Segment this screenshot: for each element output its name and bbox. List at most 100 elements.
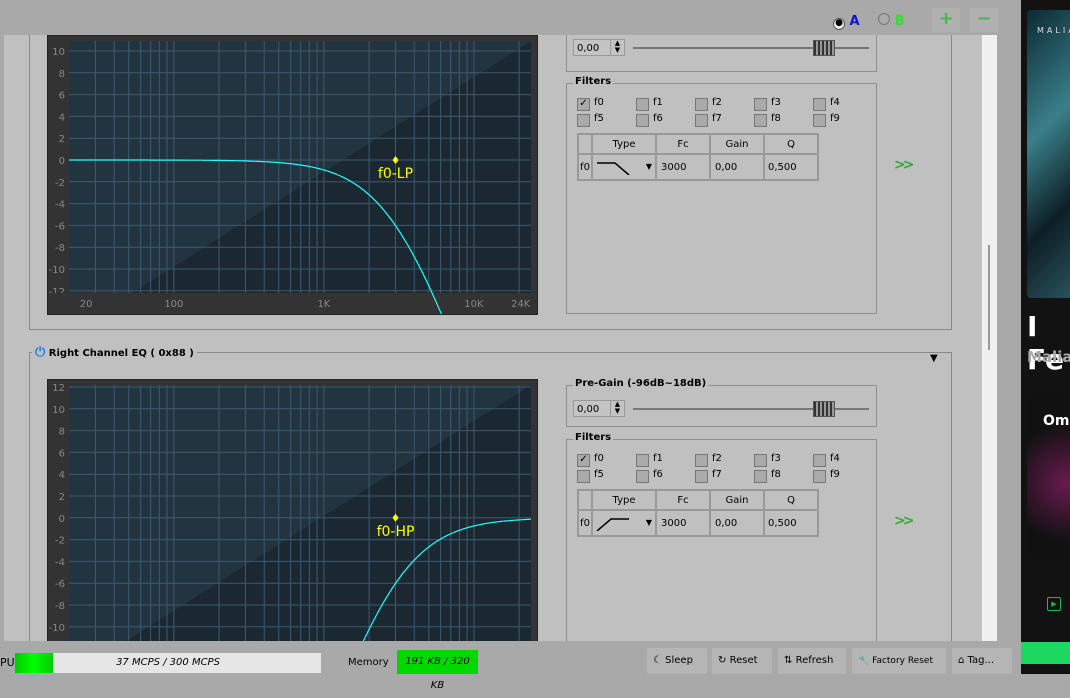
- y-tick-label: 0: [59, 156, 65, 167]
- memory-label: Memory: [348, 657, 389, 668]
- table-row: f0 ▼ 3000 0,00 0,500: [577, 153, 819, 181]
- remove-button[interactable]: −: [970, 8, 998, 32]
- filter-checkbox-label: f5: [594, 469, 604, 480]
- eq-panel: 10 8 6 4 2 0 -2 -4 -6 -8 -10 -12 20 100 1K 10K 24K f0-LP …: [4, 35, 997, 641]
- filter-checkbox-f5[interactable]: [577, 114, 590, 127]
- slider-thumb[interactable]: [813, 401, 835, 417]
- filter-checkbox-f0[interactable]: ✓: [577, 98, 590, 111]
- filter-checkbox-f9[interactable]: [813, 470, 826, 483]
- filter-checkbox-f0[interactable]: ✓: [577, 454, 590, 467]
- pregain-value: 0,00: [577, 404, 600, 415]
- track-artist[interactable]: Malia,: [1027, 348, 1070, 366]
- fc-field[interactable]: 3000: [655, 509, 711, 537]
- y-tick-label: 0: [59, 514, 65, 525]
- cpu-label: PU: [0, 656, 15, 669]
- play-icon[interactable]: ▶: [1047, 597, 1061, 611]
- filter-checkbox-f4[interactable]: [813, 98, 826, 111]
- left-pregain-box: 0,00 ▲ ▼: [566, 35, 877, 72]
- filter-checkbox-f2[interactable]: [695, 454, 708, 467]
- btn-label: Factory Reset: [872, 656, 933, 666]
- scrollbar-thumb[interactable]: [988, 245, 990, 350]
- filters-label: Filters: [573, 76, 614, 87]
- filter-checkbox-f8[interactable]: [754, 470, 767, 483]
- filter-checkbox-f3[interactable]: [754, 454, 767, 467]
- filter-checkbox-f3[interactable]: [754, 98, 767, 111]
- right-eq-title: Right Channel EQ ( 0x88 ): [48, 348, 194, 359]
- y-tick-label: 12: [52, 383, 65, 394]
- filter-checkbox-label: f2: [712, 453, 722, 464]
- filter-checkbox-f1[interactable]: [636, 98, 649, 111]
- filter-checkbox-f4[interactable]: [813, 454, 826, 467]
- y-tick-label: -10: [49, 265, 65, 276]
- type-select[interactable]: ▼: [591, 509, 657, 537]
- filter-table: Type Fc Gain Q f0 ▼ 3000 0,00 0,500: [577, 133, 819, 181]
- scrollbar[interactable]: [982, 35, 997, 641]
- memory-meter: 191 KB / 320 KB: [397, 650, 478, 691]
- col-header: Q: [763, 133, 819, 155]
- pregain-label: Pre-Gain (-96dB~18dB): [573, 378, 709, 389]
- radio-a[interactable]: ●: [833, 18, 845, 30]
- progress-bar[interactable]: [1021, 642, 1070, 664]
- right-pregain-slider[interactable]: [633, 401, 869, 417]
- filter-checkbox-f1[interactable]: [636, 454, 649, 467]
- expand-chevron-icon[interactable]: >>: [894, 513, 915, 529]
- add-button[interactable]: +: [932, 8, 960, 32]
- filter-checkbox-label: f9: [830, 469, 840, 480]
- filter-name: f0: [577, 509, 593, 537]
- q-field[interactable]: 0,500: [763, 153, 819, 181]
- y-tick-label: 2: [59, 134, 65, 145]
- reset-button[interactable]: ↻ Reset: [712, 648, 772, 674]
- power-icon[interactable]: ⏻: [35, 345, 45, 360]
- filter-checkbox-label: f2: [712, 97, 722, 108]
- expand-chevron-icon[interactable]: >>: [894, 157, 915, 173]
- filter-checkbox-f9[interactable]: [813, 114, 826, 127]
- type-select[interactable]: ▼: [591, 153, 657, 181]
- left-pregain-slider[interactable]: [633, 40, 869, 56]
- filter-checkbox-f2[interactable]: [695, 98, 708, 111]
- filter-table: Type Fc Gain Q f0 ▼ 3000 0,00 0,500: [577, 489, 819, 537]
- col-header: Fc: [655, 133, 711, 155]
- col-header: Type: [591, 133, 657, 155]
- pregain-value: 0,00: [577, 43, 600, 54]
- reset-icon: ↻: [718, 655, 727, 666]
- col-header: Fc: [655, 489, 711, 511]
- radio-a-label: A: [849, 14, 860, 29]
- radio-b[interactable]: [878, 13, 891, 25]
- track-title[interactable]: I Fe: [1027, 310, 1070, 376]
- filter-checkbox-f8[interactable]: [754, 114, 767, 127]
- right-filters-box: Filters ✓ f0 f1 f2 f3 f4 f5 f6 f7 f8 f9 Type Fc Gain Q …: [566, 432, 877, 641]
- collapse-arrow-icon[interactable]: ▼: [930, 353, 938, 364]
- gain-field[interactable]: 0,00: [709, 509, 765, 537]
- refresh-button[interactable]: ⇅ Refresh: [778, 648, 846, 674]
- right-eq-plot: 12 10 8 6 4 2 0 -2 -4 -6 -8 -10 f0-HP: [47, 379, 538, 641]
- moon-icon: ☾: [653, 655, 662, 666]
- right-pregain-input[interactable]: 0,00 ▲ ▼: [573, 400, 625, 417]
- slider-thumb[interactable]: [813, 40, 835, 56]
- table-header-row: Type Fc Gain Q: [577, 489, 819, 511]
- filter-checkbox-f7[interactable]: [695, 470, 708, 483]
- dropdown-arrow-icon: ▼: [645, 161, 652, 171]
- q-field[interactable]: 0,500: [763, 509, 819, 537]
- album-art[interactable]: [1027, 10, 1070, 298]
- filter-checkbox-f6[interactable]: [636, 114, 649, 127]
- y-tick-label: -4: [55, 557, 65, 568]
- filter-checkbox-f7[interactable]: [695, 114, 708, 127]
- gain-field[interactable]: 0,00: [709, 153, 765, 181]
- filter-checkbox-label: f9: [830, 113, 840, 124]
- y-tick-label: 6: [59, 91, 65, 102]
- music-app-panel: MALIA I Fe Malia, Om ▶: [1021, 0, 1070, 674]
- filter-checkbox-label: f3: [771, 453, 781, 464]
- spin-arrows[interactable]: ▲ ▼: [610, 401, 624, 416]
- y-tick-label: -2: [55, 178, 65, 189]
- left-pregain-input[interactable]: 0,00 ▲ ▼: [573, 39, 625, 56]
- factory-reset-button[interactable]: 🔧 Factory Reset: [852, 648, 946, 674]
- fc-field[interactable]: 3000: [655, 153, 711, 181]
- y-tick-label: -8: [55, 243, 65, 254]
- spin-arrows[interactable]: ▲ ▼: [610, 40, 624, 55]
- x-tick-label: 20: [80, 299, 93, 310]
- filter-checkbox-f6[interactable]: [636, 470, 649, 483]
- filter-checkbox-f5[interactable]: [577, 470, 590, 483]
- sleep-button[interactable]: ☾ Sleep: [647, 648, 707, 674]
- filters-label: Filters: [573, 432, 614, 443]
- tag-button[interactable]: ⌂ Tag...: [952, 648, 1012, 674]
